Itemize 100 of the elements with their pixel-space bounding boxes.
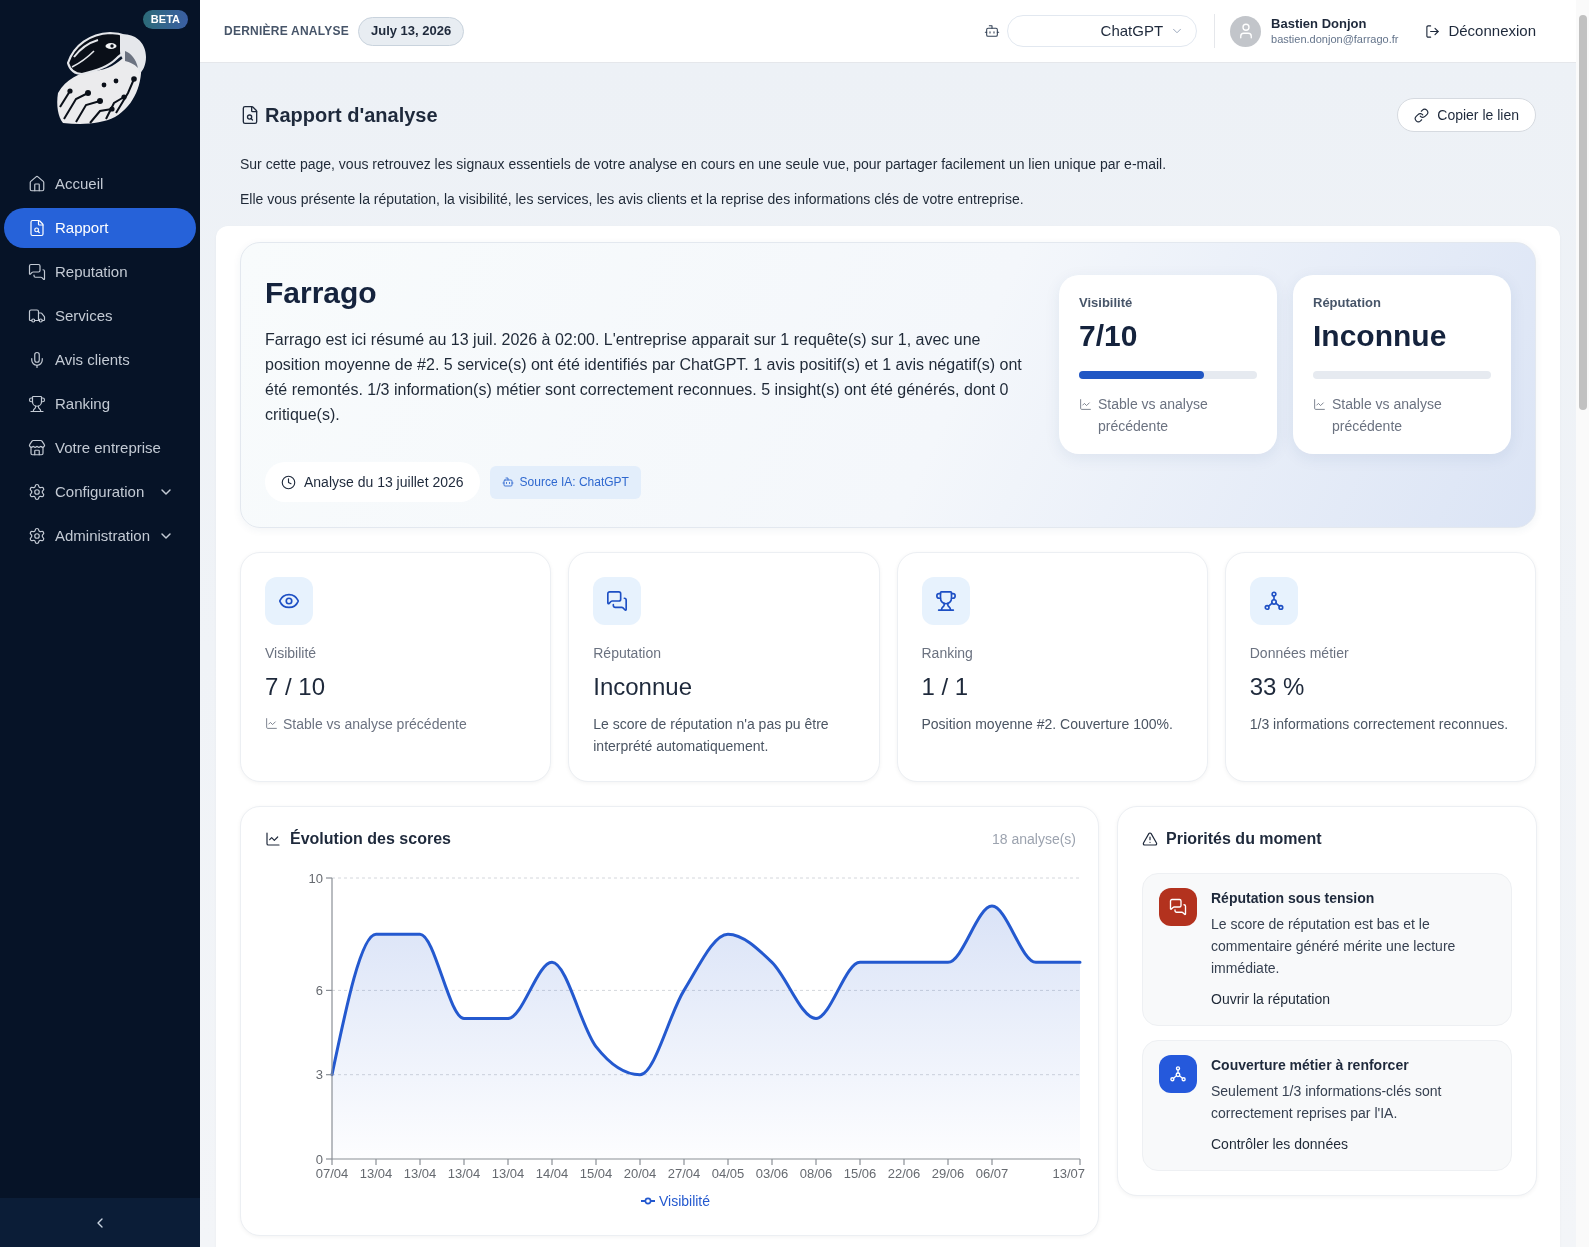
x-tick-label: 13/04 [447,1166,481,1181]
intro-text: Sur cette page, vous retrouvez les signaux essentiels de votre analyse en cours en une seule vue, pour partager facilement un lien unique par e-mail. [240,155,1168,174]
priority-link[interactable]: Ouvrir la réputation [1211,989,1331,1009]
stat-label: Ranking [921,644,974,663]
stat-value: Inconnue [593,672,693,702]
x-tick-label: 27/04 [667,1166,701,1181]
stat-value: 33 % [1249,672,1306,702]
chart-title: Évolution des scores [290,828,451,849]
x-tick-label: 13/04 [403,1166,437,1181]
chat-bubbles-icon [28,263,46,281]
logout-icon [1425,23,1441,39]
chart-line-icon [1313,398,1326,411]
source-badge: Source IA: ChatGPT [489,465,641,499]
nav-item[interactable]: Administration [4,516,196,556]
document-search-icon [240,105,260,125]
last-analysis-label: DERNIÈRE ANALYSE [224,22,349,40]
date-badge: July 13, 2026 [358,16,465,46]
x-tick-label: 13/04 [359,1166,393,1181]
y-tick-label: 0 [315,1151,323,1167]
y-tick-label: 6 [315,982,323,998]
x-tick-label: 07/04 [315,1166,349,1181]
copy-link-button[interactable]: Copier le lien [1397,98,1536,132]
trend-text: Stable vs analyse précédente [1098,395,1209,436]
priority-text: Le score de réputation est bas et le commentaire généré mérite une lecture immédiate. [1211,915,1457,978]
link-icon [1414,107,1430,123]
company-name: Farrago [265,275,378,311]
stat-value: 7 / 10 [265,672,327,702]
nav-item[interactable]: Configuration [4,472,196,512]
stat-note: Stable vs analyse précédente [283,715,467,734]
score-value: Inconnue [1313,318,1448,354]
x-tick-label: 22/06 [887,1166,921,1181]
trend-text: Stable vs analyse précédente [1332,395,1443,436]
score-label: Réputation [1313,295,1382,311]
x-tick-label: 08/06 [799,1166,833,1181]
priority-link[interactable]: Contrôler les données [1211,1134,1348,1154]
home-icon [28,175,46,193]
x-tick-label: 06/07 [975,1166,1009,1181]
scrollbar-thumb[interactable] [1578,15,1587,410]
priorities-title: Priorités du moment [1166,829,1322,849]
stat-label: Visibilité [265,644,318,663]
avatar[interactable] [1230,15,1262,47]
document-search-icon [28,219,46,237]
nav-item[interactable]: Avis clients [4,340,196,380]
warning-icon [1142,831,1158,847]
date-pill: Analyse du 13 juillet 2026 [265,462,480,502]
trophy-icon [921,577,970,625]
user-email: bastien.donjon@farrago.fr [1271,32,1399,46]
score-value: 7/10 [1079,318,1139,354]
robot-icon [501,476,514,488]
logout-button[interactable]: Déconnexion [1425,19,1536,43]
nav-item[interactable]: Services [4,296,196,336]
robot-icon [984,23,1001,39]
nav-item[interactable]: Rapport [4,208,196,248]
settings-icon [28,483,46,501]
x-tick-label: 04/05 [711,1166,745,1181]
priority-title: Réputation sous tension [1211,889,1376,908]
nav-item[interactable]: Votre entreprise [4,428,196,468]
clock-icon [281,474,296,490]
chart-line-icon [265,831,281,847]
user-name: Bastien Donjon [1271,16,1368,32]
analysis-count: 18 analyse(s) [991,830,1076,849]
x-tick-label: 15/06 [843,1166,877,1181]
stat-note: 1/3 informations correctement reconnues. [1249,715,1510,734]
x-tick-label: 13/07 [1052,1166,1085,1181]
priority-title: Couverture métier à renforcer [1211,1056,1410,1075]
summary-text: Farrago est ici résumé au 13 juil. 2026 à 02:00. L'entreprise apparait sur 1 requête(s) sur 1, avec une position moyenne de #2. 5 service(s) ont été identifiés par ChatGPT. 1 avis positif(s) et 1 avis négatif(s) ont été remontés. 1/3 information(s) métier sont correctement reconnues. 5 insight(s) ont été générés, dont 0 critique(s). [265,330,1023,425]
stat-note: Le score de réputation n'a pas pu être interprété automatiquement. [593,715,830,756]
collapse-sidebar-button[interactable] [0,1198,200,1247]
intro-text: Elle vous présente la réputation, la visibilité, les services, les avis clients et la reprise des informations clés de votre entreprise. [240,190,1025,209]
stat-label: Réputation [593,644,662,663]
priority-text: Seulement 1/3 informations-clés sont correctement reprises par l'IA. [1211,1082,1443,1123]
x-tick-label: 20/04 [623,1166,657,1181]
chart-line-icon [265,717,278,730]
legend-marker-icon [640,1197,655,1205]
x-tick-label: 29/06 [931,1166,965,1181]
beta-badge: BETA [142,10,188,29]
chart-line-icon [1079,398,1092,411]
legend-label: Visibilité [658,1192,711,1211]
stat-value: 1 / 1 [921,672,970,702]
nav-item[interactable]: Ranking [4,384,196,424]
stat-label: Données métier [1249,644,1350,663]
store-icon [28,439,46,457]
x-tick-label: 13/04 [491,1166,525,1181]
nav-item[interactable]: Accueil [4,164,196,204]
stat-note: Position moyenne #2. Couverture 100%. [921,715,1174,734]
chat-bubbles-icon [593,577,642,625]
eye-icon [265,577,313,625]
settings-icon [28,527,46,545]
score-label: Visibilité [1079,295,1134,311]
x-tick-label: 14/04 [535,1166,569,1181]
x-tick-label: 15/04 [579,1166,613,1181]
page-title: Rapport d'analyse [265,103,438,128]
nav-item[interactable]: Reputation [4,252,196,292]
network-icon [1249,577,1298,625]
model-select[interactable]: ChatGPT [1007,15,1198,47]
trophy-icon [28,395,46,413]
truck-icon [28,307,46,325]
x-tick-label: 03/06 [755,1166,789,1181]
y-tick-label: 3 [315,1067,323,1083]
microphone-icon [28,351,46,369]
